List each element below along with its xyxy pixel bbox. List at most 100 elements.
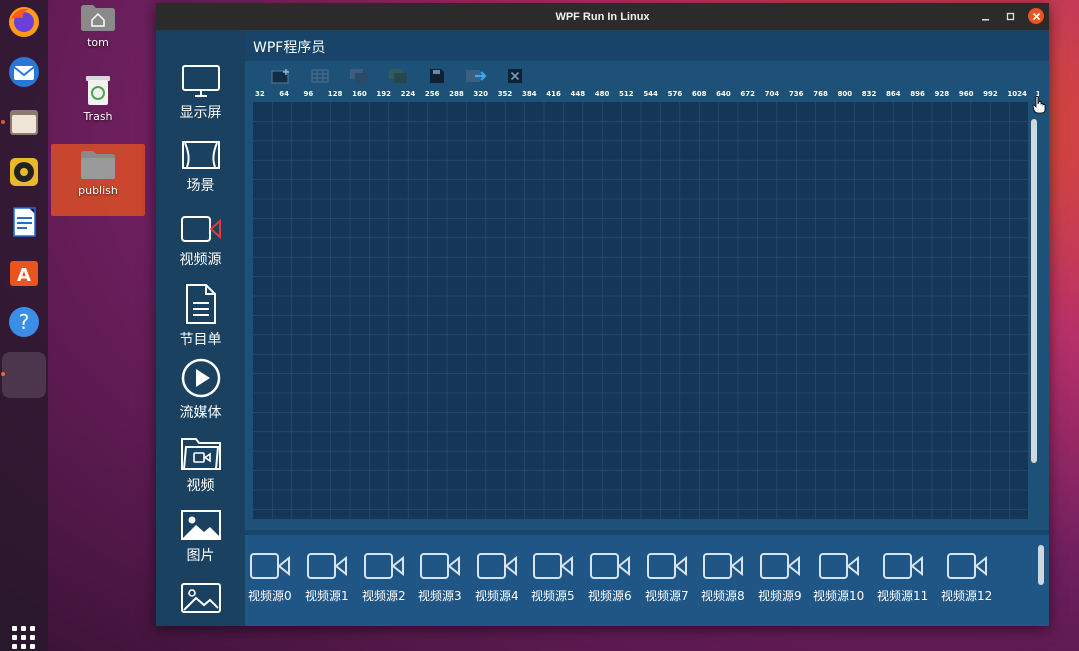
nav-item-display[interactable]: 显示屏 bbox=[156, 64, 245, 138]
app-icon[interactable] bbox=[2, 352, 46, 398]
rhythmbox-icon[interactable] bbox=[4, 152, 44, 192]
desktop-icon-home[interactable]: tom bbox=[51, 4, 145, 49]
nav-item-label: 节目单 bbox=[179, 332, 222, 348]
camera-icon bbox=[946, 553, 987, 579]
scene-icon bbox=[181, 141, 220, 169]
home-folder-icon bbox=[81, 5, 115, 31]
nav-item-label: 流媒体 bbox=[179, 405, 222, 421]
minimize-button[interactable] bbox=[977, 8, 993, 24]
ruler-tick-label: 32 bbox=[255, 90, 265, 98]
ruler-tick-label: 288 bbox=[449, 90, 464, 98]
camera-icon bbox=[476, 553, 517, 579]
video-source-item[interactable]: 视频源7 bbox=[645, 551, 689, 604]
software-icon[interactable]: A bbox=[4, 252, 44, 292]
play-icon bbox=[181, 358, 220, 398]
nav-item-label: 视频 bbox=[186, 478, 215, 494]
ruler-tick-label: 672 bbox=[740, 90, 756, 98]
nav-item-scene[interactable]: 场景 bbox=[156, 139, 245, 213]
video-source-icon bbox=[180, 216, 221, 242]
grid-icon bbox=[311, 69, 328, 83]
nav-item-label: 显示屏 bbox=[179, 105, 222, 121]
window-button[interactable] bbox=[339, 67, 378, 85]
ruler-tick-label: 192 bbox=[376, 90, 391, 98]
camera-icon bbox=[306, 553, 347, 579]
writer-icon[interactable] bbox=[4, 202, 44, 242]
video-source-item[interactable]: 视频源3 bbox=[418, 551, 462, 604]
desktop-icon-label: Trash bbox=[83, 110, 113, 123]
maximize-button[interactable] bbox=[1002, 8, 1018, 24]
video-source-item[interactable]: 视频源9 bbox=[758, 551, 802, 604]
save-button[interactable] bbox=[417, 67, 456, 85]
nav-item-images[interactable]: 图片 bbox=[156, 509, 245, 583]
desktop-icon-trash[interactable]: Trash bbox=[51, 74, 145, 123]
nav-item-playlist[interactable]: 节目单 bbox=[156, 283, 245, 357]
export-button[interactable] bbox=[456, 67, 495, 85]
video-source-item[interactable]: 视频源11 bbox=[877, 551, 928, 604]
close-button[interactable] bbox=[1028, 8, 1044, 24]
maximize-icon bbox=[1006, 12, 1014, 20]
video-source-item[interactable]: 视频源6 bbox=[588, 551, 632, 604]
svg-text:?: ? bbox=[19, 310, 30, 334]
video-source-item[interactable]: 视频源4 bbox=[475, 551, 519, 604]
camera-icon bbox=[532, 553, 573, 579]
video-source-item[interactable]: 视频源12 bbox=[941, 551, 992, 604]
delete-button[interactable] bbox=[495, 67, 534, 85]
ruler-tick-label: 640 bbox=[716, 90, 731, 98]
window-titlebar[interactable]: WPF Run In Linux bbox=[156, 3, 1049, 30]
nav-item-video-source[interactable]: 视频源 bbox=[156, 213, 245, 287]
video-source-label: 视频源2 bbox=[362, 589, 406, 603]
folder-icon bbox=[81, 151, 115, 179]
files-icon[interactable] bbox=[4, 102, 44, 142]
ruler-tick-label: 864 bbox=[886, 90, 901, 98]
video-source-item[interactable]: 视频源10 bbox=[813, 551, 864, 604]
video-source-label: 视频源1 bbox=[305, 589, 349, 603]
layout-canvas[interactable] bbox=[253, 102, 1028, 519]
grid-button[interactable] bbox=[300, 67, 339, 85]
svg-text:A: A bbox=[17, 265, 31, 286]
windows-icon bbox=[388, 69, 407, 83]
nav-item-label: 场景 bbox=[186, 178, 215, 194]
video-sources-panel: 视频源0 视频源1 视频源2 视频源3 视频源4 视频源5 视频源6 视频源7 视频源8 视频源9… bbox=[245, 535, 1049, 626]
image-outline-icon bbox=[180, 583, 221, 613]
desktop-icon-publish[interactable]: publish bbox=[51, 144, 145, 216]
ruler-tick-label: 992 bbox=[983, 90, 998, 98]
close-icon bbox=[1032, 12, 1040, 20]
vertical-scrollbar[interactable] bbox=[1031, 119, 1037, 463]
sources-scrollbar[interactable] bbox=[1038, 545, 1044, 585]
window-icon bbox=[349, 69, 368, 83]
ruler-tick-label: 736 bbox=[788, 90, 804, 98]
ruler-tick-label: 576 bbox=[667, 90, 683, 98]
ruler-tick-label: 832 bbox=[861, 90, 877, 98]
video-source-label: 视频源10 bbox=[813, 589, 865, 603]
video-source-item[interactable]: 视频源0 bbox=[248, 551, 292, 604]
nav-item-video[interactable]: 视频 bbox=[156, 433, 245, 507]
camera-icon bbox=[589, 553, 630, 579]
video-source-label: 视频源11 bbox=[877, 589, 929, 603]
ruler-tick-label: 128 bbox=[327, 90, 343, 98]
camera-icon bbox=[249, 553, 290, 579]
nav-item-label: 视频源 bbox=[179, 252, 222, 268]
toolbar bbox=[261, 67, 534, 87]
ruler-tick-label: 608 bbox=[691, 90, 707, 98]
video-source-item[interactable]: 视频源2 bbox=[362, 551, 406, 604]
ruler-tick-label: 544 bbox=[643, 90, 658, 98]
add-screen-button[interactable] bbox=[261, 67, 300, 85]
ruler-tick-label: 384 bbox=[521, 90, 537, 98]
video-source-label: 视频源4 bbox=[475, 589, 519, 603]
video-source-item[interactable]: 视频源5 bbox=[531, 551, 575, 604]
windows-button[interactable] bbox=[378, 67, 417, 85]
ruler-tick-label: 448 bbox=[570, 90, 586, 98]
trash-icon bbox=[86, 76, 110, 105]
video-source-item[interactable]: 视频源8 bbox=[701, 551, 745, 604]
thunderbird-icon[interactable] bbox=[4, 52, 44, 92]
nav-item-streaming[interactable]: 流媒体 bbox=[156, 358, 245, 432]
video-source-label: 视频源7 bbox=[645, 589, 689, 603]
document-icon bbox=[185, 284, 216, 324]
nav-item-label: 图片 bbox=[186, 548, 215, 564]
minimize-icon bbox=[981, 18, 989, 20]
firefox-icon[interactable] bbox=[4, 2, 44, 42]
nav-item-more[interactable] bbox=[156, 582, 245, 626]
show-apps-icon[interactable] bbox=[12, 626, 36, 649]
video-source-item[interactable]: 视频源1 bbox=[305, 551, 349, 604]
help-icon[interactable]: ? bbox=[4, 302, 44, 342]
